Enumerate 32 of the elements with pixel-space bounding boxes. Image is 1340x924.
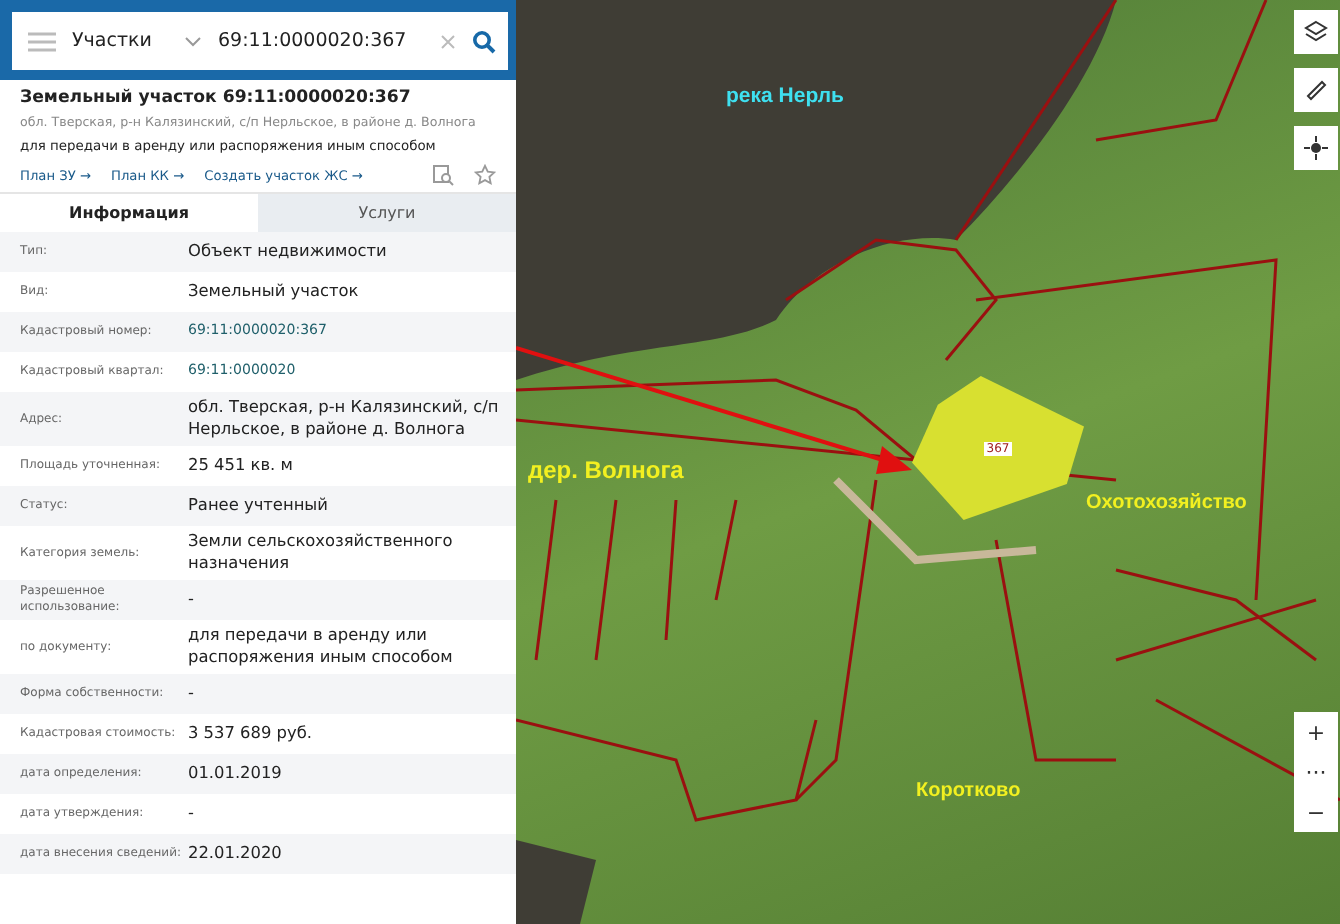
search-document-icon[interactable]	[432, 164, 454, 186]
field-value: -	[188, 802, 196, 826]
ruler-icon[interactable]	[1304, 78, 1328, 102]
field-value: Земли сельскохозяйственного назначения	[188, 529, 455, 576]
field-value: Земельный участок	[188, 280, 361, 304]
category-dropdown[interactable]: Участки	[72, 30, 168, 52]
map-label: Охотохозяйство	[1086, 492, 1247, 514]
layers-icon[interactable]	[1304, 20, 1328, 44]
field-value: 22.01.2020	[188, 842, 284, 866]
locate-button[interactable]	[1294, 126, 1338, 170]
search-value[interactable]: 69:11:0000020:367	[218, 30, 424, 52]
search-field[interactable]: Участки 69:11:0000020:367	[12, 12, 508, 70]
map-label: река Нерль	[726, 84, 844, 108]
search-icon[interactable]	[472, 29, 496, 53]
field-value: 01.01.2019	[188, 762, 284, 786]
field-value: 3 537 689 руб.	[188, 722, 314, 746]
field-value: -	[188, 588, 196, 612]
crosshair-icon[interactable]	[1304, 136, 1328, 160]
ruler-button[interactable]	[1294, 68, 1338, 112]
field-value: 25 451 кв. м	[188, 454, 295, 478]
layers-button[interactable]	[1294, 10, 1338, 54]
parcel-title: Земельный участок 69:11:0000020:367	[20, 88, 413, 108]
chevron-down-icon	[184, 35, 202, 47]
map-label: дер. Волнога	[528, 456, 684, 484]
field-value: -	[188, 682, 196, 706]
field-value: Объект недвижимости	[188, 240, 389, 264]
field-value: Ранее учтенный	[188, 494, 330, 518]
field-value: для передачи в аренду или распоряжения иным способом	[188, 623, 455, 670]
tab[interactable]: Услуги	[258, 194, 516, 232]
map-label: Коротково	[916, 780, 1021, 802]
star-icon[interactable]	[474, 164, 496, 186]
field-value: обл. Тверская, р-н Калязинский, с/п Нерльское, в районе д. Волнога	[188, 396, 501, 442]
